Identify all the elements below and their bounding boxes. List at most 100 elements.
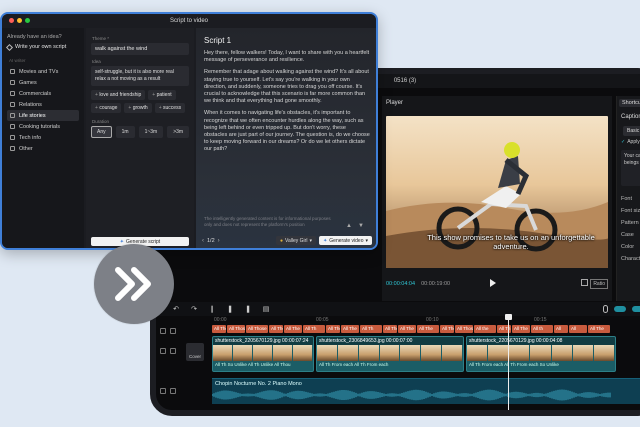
cover-button[interactable]: Cover [186, 343, 204, 361]
write-own-script-link[interactable]: Write your own script [5, 43, 79, 51]
sidebar-item-commercials[interactable]: Commercials [7, 88, 79, 99]
apply-checkbox[interactable]: Apply t [617, 138, 640, 146]
sidebar-item-movies[interactable]: Movies and TVs [7, 66, 79, 77]
undo-icon[interactable]: ↶ [172, 305, 180, 313]
fullscreen-icon[interactable] [581, 279, 588, 286]
sidebar-item-life-stories[interactable]: Life stories [7, 110, 79, 121]
caption-chip[interactable]: All Those [246, 325, 268, 333]
thumbs-up-icon[interactable]: ▲ [346, 223, 352, 229]
sparkle-icon: ✦ [119, 238, 124, 245]
duration-option[interactable]: >3m [167, 126, 190, 138]
ai-disclaimer: The intelligently generated content is f… [204, 216, 331, 227]
idea-textarea[interactable]: self-struggle, but it is also more real … [91, 66, 189, 86]
video-preview[interactable]: This show promises to take us on an unfo… [386, 116, 608, 268]
magnet-toggle[interactable] [614, 306, 626, 312]
close-button[interactable] [9, 18, 14, 23]
font-size-label: Font size [621, 208, 640, 214]
play-button[interactable] [490, 279, 496, 287]
eye-icon[interactable] [170, 348, 176, 354]
caption-chip[interactable]: All Th [360, 325, 382, 333]
theme-input[interactable]: walk against the wind [91, 43, 189, 55]
tag-chip[interactable]: success [154, 103, 186, 113]
clip-thumbnails [467, 345, 615, 361]
sidebar-item-relations[interactable]: Relations [7, 99, 79, 110]
thumbs-down-icon[interactable]: ▼ [358, 223, 364, 229]
clip-name: shutterstock_2205670129.jpg 00:00:04:08 [467, 337, 615, 345]
split-left-icon[interactable]: ❚ [226, 305, 234, 313]
case-label: Case [621, 232, 634, 238]
tag-chip[interactable]: growth [124, 103, 152, 113]
caption-chip[interactable]: All The [512, 325, 530, 333]
lock-icon[interactable] [160, 388, 166, 394]
caption-chip[interactable]: All Th [303, 325, 325, 333]
track-headers: Cover [156, 324, 212, 410]
sidebar-item-tech[interactable]: Tech info [7, 132, 79, 143]
minimize-button[interactable] [17, 18, 22, 23]
generate-video-button[interactable]: ✦ Generate video ▾ [319, 236, 372, 245]
eye-icon[interactable] [170, 328, 176, 334]
caption-chip[interactable]: All the [474, 325, 496, 333]
sidebar-item-other[interactable]: Other [7, 143, 79, 154]
player-controls: 00:00:04:04 00:00:19:00 Ratio [382, 272, 612, 296]
maximize-button[interactable] [25, 18, 30, 23]
caption-chip[interactable]: All Thos [440, 325, 454, 333]
speaker-icon[interactable] [170, 388, 176, 394]
caption-chip[interactable]: All Those [269, 325, 283, 333]
caption-text-field[interactable]: Your cate beings in [621, 150, 640, 186]
tab-shortcuts[interactable]: Shortcuts [619, 99, 640, 107]
link-toggle[interactable] [632, 306, 640, 312]
caption-chip[interactable]: All Thos [455, 325, 473, 333]
video-clip[interactable]: shutterstock_2306849653.jpg 00:00:07:00 … [316, 336, 464, 372]
caption-chip[interactable]: All [569, 325, 587, 333]
microphone-icon[interactable] [603, 305, 608, 313]
caption-chip[interactable]: All The [284, 325, 302, 333]
basic-button[interactable]: Basic [623, 126, 640, 136]
idea-tags: love and friendship patient courage grow… [91, 90, 189, 113]
duration-options: Any 1m 1~3m >3m [91, 126, 190, 138]
script-paragraph[interactable]: Hey there, fellow walkers! Today, I want… [204, 50, 370, 64]
split-right-icon[interactable]: ❚ [244, 305, 252, 313]
tag-chip[interactable]: love and friendship [91, 90, 146, 100]
sidebar-item-cooking[interactable]: Cooking tutorials [7, 121, 79, 132]
caption-chip[interactable]: All The [417, 325, 439, 333]
caption-chip[interactable]: All The [383, 325, 397, 333]
playhead[interactable] [505, 314, 512, 410]
caption-chip[interactable]: All [554, 325, 568, 333]
page-indicator: 1/2 [207, 238, 215, 244]
video-clip[interactable]: shutterstock_2205670129.jpg 00:00:04:08 … [466, 336, 616, 372]
prev-icon[interactable]: ‹ [202, 238, 204, 244]
delete-icon[interactable]: ▤ [262, 305, 270, 313]
duration-option[interactable]: 1m [115, 126, 135, 138]
caption-chip[interactable]: All Those [212, 325, 226, 333]
caption-chip[interactable]: All Those [227, 325, 245, 333]
timeline-ruler[interactable]: 00:00 00:05 00:10 00:15 [212, 316, 640, 324]
script-paragraph[interactable]: When it comes to navigating life's obsta… [204, 110, 370, 153]
audio-waveform [212, 389, 611, 401]
font-label: Font [621, 196, 633, 202]
caption-chip[interactable]: All The [588, 325, 610, 333]
lock-icon[interactable] [160, 348, 166, 354]
chevron-down-icon: ▾ [309, 237, 312, 244]
next-icon[interactable]: › [218, 238, 220, 244]
voice-select[interactable]: ● Valley Girl ▾ [276, 236, 316, 245]
caption-chip[interactable]: All The [341, 325, 359, 333]
video-clip[interactable]: shutterstock_2205670129.jpg 00:00:07:24 … [212, 336, 314, 372]
duration-option[interactable]: 1~3m [138, 126, 164, 138]
split-icon[interactable]: ❙ [208, 305, 216, 313]
caption-chip[interactable]: All Tho [326, 325, 340, 333]
lock-icon[interactable] [160, 328, 166, 334]
caption-chip[interactable]: All th [531, 325, 553, 333]
sidebar-heading: Already have an idea? [7, 34, 62, 40]
sidebar-item-games[interactable]: Games [7, 77, 79, 88]
transition-arrow-badge [94, 244, 174, 324]
script-paragraph[interactable]: Remember that adage about walking agains… [204, 69, 370, 105]
ratio-button[interactable]: Ratio [590, 279, 608, 289]
duration-option[interactable]: Any [91, 126, 112, 138]
caption-chip[interactable]: All The [398, 325, 416, 333]
tag-chip[interactable]: courage [91, 103, 122, 113]
redo-icon[interactable]: ↷ [190, 305, 198, 313]
tag-chip[interactable]: patient [148, 90, 176, 100]
audio-track[interactable]: Chopin Nocturne No. 2 Piano Mono [212, 378, 640, 404]
book-icon [10, 113, 15, 118]
sidebar-item-label: Tech info [19, 134, 42, 141]
